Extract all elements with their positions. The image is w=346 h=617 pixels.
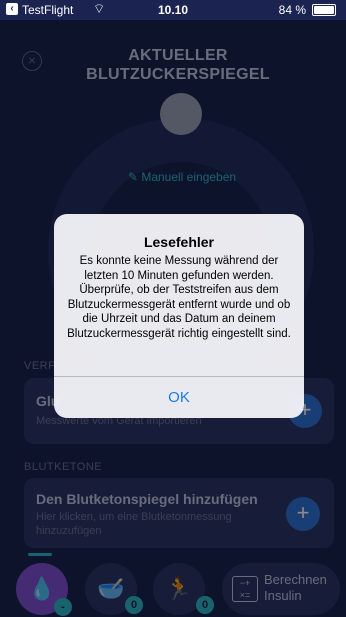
alert-message: Es konnte keine Messung während der letz…	[67, 255, 291, 340]
battery-icon	[312, 4, 336, 16]
battery-percentage: 84 %	[278, 3, 306, 17]
alert-ok-button[interactable]: OK	[54, 377, 304, 418]
status-bar: ‹ TestFlight ⌔ 10.10 84 %	[0, 0, 346, 20]
read-error-alert: Lesefehler Es konnte keine Messung währe…	[54, 214, 304, 418]
alert-title: Lesefehler	[143, 234, 215, 250]
